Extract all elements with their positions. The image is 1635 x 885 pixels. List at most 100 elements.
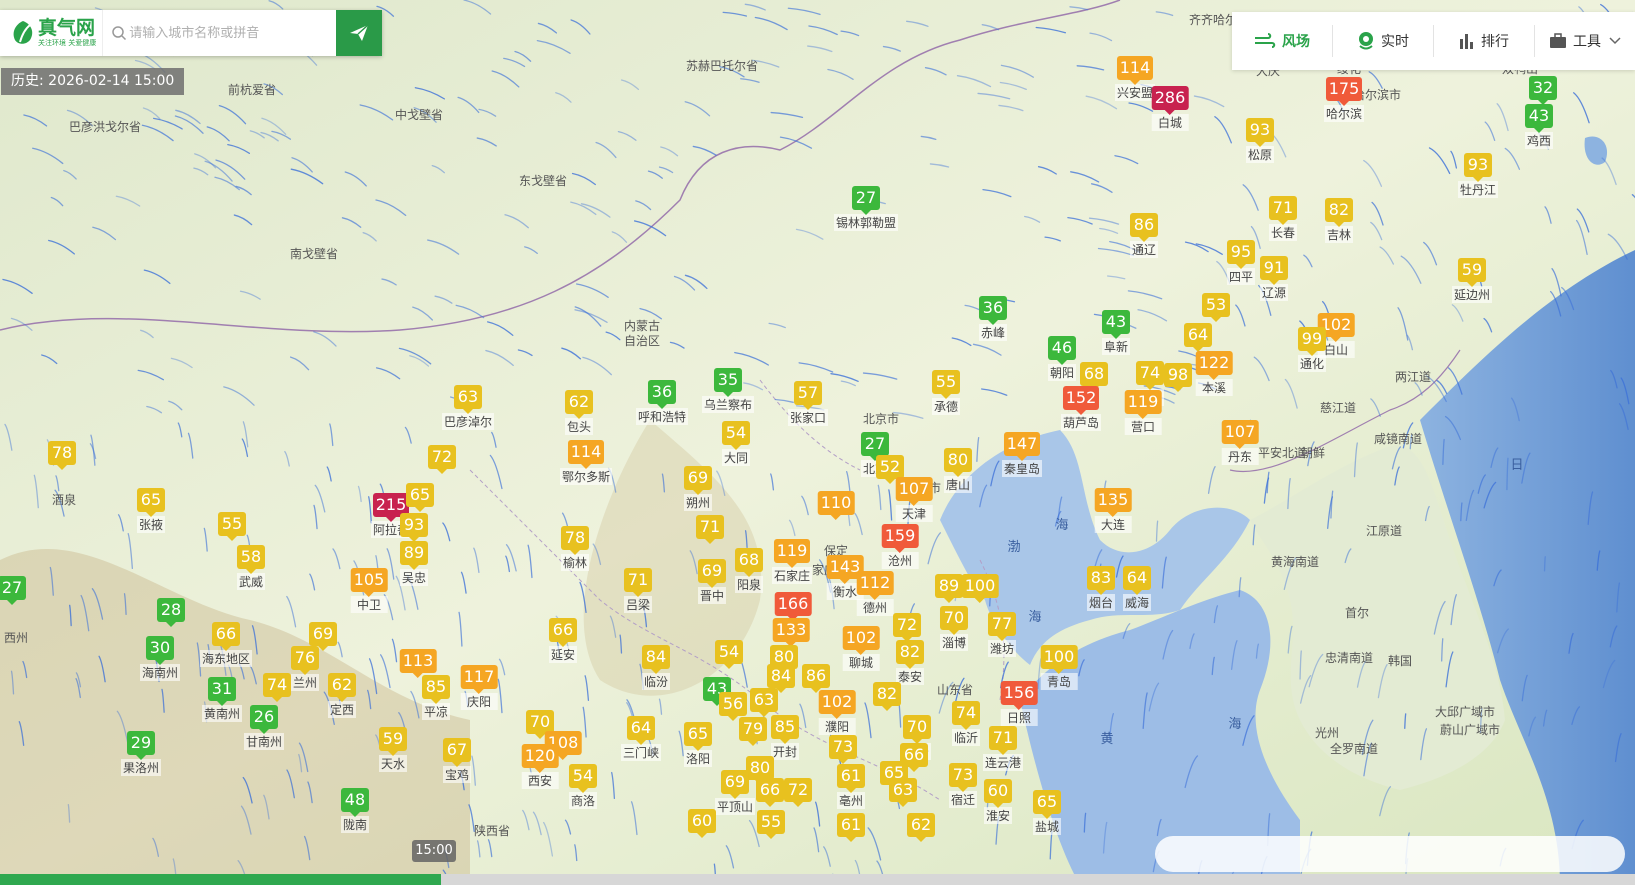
aqi-marker[interactable]: 36 赤峰	[978, 296, 1008, 341]
aqi-marker[interactable]: 91 辽源	[1259, 256, 1289, 301]
aqi-marker[interactable]: 28	[157, 598, 185, 627]
aqi-marker[interactable]: 30 海南州	[139, 636, 181, 681]
aqi-marker[interactable]: 60 淮安	[983, 779, 1013, 824]
aqi-marker[interactable]: 102 聊城	[842, 626, 880, 671]
aqi-marker[interactable]: 71 长春	[1268, 196, 1298, 241]
aqi-marker[interactable]: 69 平顶山	[714, 770, 756, 815]
aqi-marker[interactable]: 63	[750, 688, 778, 717]
aqi-marker[interactable]: 122 本溪	[1195, 351, 1233, 396]
tool-tools-dropdown[interactable]: 工具	[1535, 25, 1635, 57]
aqi-marker[interactable]: 65 洛阳	[683, 722, 713, 767]
aqi-marker[interactable]: 93 牡丹江	[1457, 153, 1499, 198]
aqi-marker[interactable]: 119 石家庄	[771, 539, 813, 584]
aqi-marker[interactable]: 100 青岛	[1040, 645, 1078, 690]
aqi-marker[interactable]: 59 延边州	[1451, 258, 1493, 303]
aqi-marker[interactable]: 43 鸡西	[1524, 104, 1554, 149]
aqi-marker[interactable]: 120 西安	[521, 744, 559, 789]
aqi-marker[interactable]: 73 宿迁	[948, 763, 978, 808]
aqi-marker[interactable]: 119 营口	[1124, 390, 1162, 435]
aqi-marker[interactable]: 66	[756, 778, 784, 807]
aqi-marker[interactable]: 63	[889, 778, 917, 807]
aqi-marker[interactable]: 43 阜新	[1101, 310, 1131, 355]
aqi-marker[interactable]: 62 定西	[327, 673, 357, 718]
aqi-marker[interactable]: 80 唐山	[943, 448, 973, 493]
aqi-marker[interactable]: 71	[696, 515, 724, 544]
aqi-marker[interactable]: 54 商洛	[568, 764, 598, 809]
aqi-marker[interactable]: 79	[739, 717, 767, 746]
aqi-marker[interactable]: 78	[48, 441, 76, 470]
aqi-marker[interactable]: 63 巴彦淖尔	[441, 385, 495, 430]
aqi-marker[interactable]: 133	[772, 618, 810, 647]
aqi-marker[interactable]: 68 阳泉	[734, 548, 764, 593]
aqi-marker[interactable]: 76 兰州	[290, 646, 320, 691]
aqi-marker[interactable]: 73	[829, 735, 857, 764]
aqi-marker[interactable]: 85 开封	[770, 715, 800, 760]
aqi-marker[interactable]: 86	[802, 664, 830, 693]
aqi-marker[interactable]: 74 临沂	[951, 701, 981, 746]
aqi-marker[interactable]: 89 吴忠	[399, 541, 429, 586]
aqi-marker[interactable]: 89	[935, 574, 963, 603]
aqi-marker[interactable]: 65 张掖	[136, 488, 166, 533]
aqi-marker[interactable]: 29 果洛州	[120, 731, 162, 776]
aqi-marker[interactable]: 175 哈尔滨	[1323, 77, 1365, 122]
aqi-marker[interactable]: 66 海东地区	[199, 622, 253, 667]
aqi-marker[interactable]: 62 包头	[564, 390, 594, 435]
aqi-marker[interactable]: 35 乌兰察布	[701, 368, 755, 413]
aqi-marker[interactable]: 98	[1164, 363, 1192, 392]
aqi-marker[interactable]: 56	[719, 692, 747, 721]
aqi-marker[interactable]: 159 沧州	[881, 524, 919, 569]
aqi-marker[interactable]: 100	[961, 574, 999, 603]
aqi-marker[interactable]: 99 通化	[1297, 327, 1327, 372]
aqi-marker[interactable]: 66 延安	[548, 618, 578, 663]
aqi-marker[interactable]: 82 泰安	[895, 640, 925, 685]
aqi-marker[interactable]: 69 朔州	[683, 466, 713, 511]
aqi-marker[interactable]: 54 大同	[721, 421, 751, 466]
aqi-marker[interactable]: 82	[873, 682, 901, 711]
aqi-marker[interactable]: 58 武威	[236, 545, 266, 590]
aqi-marker[interactable]: 102 濮阳	[818, 690, 856, 735]
aqi-marker[interactable]: 72	[893, 613, 921, 642]
aqi-marker[interactable]: 64 威海	[1122, 566, 1152, 611]
aqi-marker[interactable]: 93 松原	[1245, 118, 1275, 163]
tool-ranking[interactable]: 排行	[1434, 25, 1535, 57]
tool-realtime[interactable]: 实时	[1333, 25, 1434, 57]
aqi-marker[interactable]: 84 临汾	[641, 645, 671, 690]
timeline-slider[interactable]	[0, 874, 1635, 885]
aqi-marker[interactable]: 55	[757, 810, 785, 839]
aqi-marker[interactable]: 27	[0, 576, 26, 605]
aqi-marker[interactable]: 55	[218, 512, 246, 541]
aqi-marker[interactable]: 152 葫芦岛	[1060, 386, 1102, 431]
aqi-marker[interactable]: 71 吕梁	[623, 568, 653, 613]
aqi-marker[interactable]: 114 鄂尔多斯	[559, 440, 613, 485]
aqi-marker[interactable]: 84	[767, 664, 795, 693]
aqi-marker[interactable]: 112 德州	[856, 571, 894, 616]
aqi-marker[interactable]: 72	[428, 445, 456, 474]
aqi-marker[interactable]: 65	[406, 483, 434, 512]
aqi-marker[interactable]: 59 天水	[378, 727, 408, 772]
aqi-marker[interactable]: 31 黄南州	[201, 677, 243, 722]
logo[interactable]: 真气网 关注环境 关爱健康	[0, 10, 102, 56]
aqi-marker[interactable]: 70 淄博	[939, 606, 969, 651]
aqi-marker[interactable]: 52	[876, 455, 904, 484]
aqi-marker[interactable]: 72	[784, 778, 812, 807]
aqi-marker[interactable]: 57 张家口	[787, 381, 829, 426]
aqi-marker[interactable]: 32	[1529, 76, 1557, 105]
aqi-marker[interactable]: 156 日照	[1000, 681, 1038, 726]
aqi-marker[interactable]: 117 庆阳	[460, 665, 498, 710]
aqi-marker[interactable]: 93	[400, 513, 428, 542]
aqi-marker[interactable]: 61	[837, 813, 865, 842]
aqi-marker[interactable]: 105 中卫	[350, 568, 388, 613]
aqi-marker[interactable]: 107 丹东	[1221, 420, 1259, 465]
tool-wind-field[interactable]: 风场	[1232, 25, 1333, 57]
aqi-marker[interactable]: 74	[263, 673, 291, 702]
aqi-marker[interactable]: 61 亳州	[836, 764, 866, 809]
map-canvas[interactable]: 苏赫巴托尔省前杭爱省巴彦洪戈尔省中戈壁省东戈壁省南戈壁省内蒙古自治区齐齐哈尔大庆…	[0, 0, 1635, 885]
aqi-marker[interactable]: 78 榆林	[560, 526, 590, 571]
aqi-marker[interactable]: 64 三门峡	[620, 716, 662, 761]
aqi-marker[interactable]: 65 盐城	[1032, 790, 1062, 835]
aqi-marker[interactable]: 36 呼和浩特	[635, 380, 689, 425]
aqi-marker[interactable]: 27 锡林郭勒盟	[833, 186, 899, 231]
aqi-marker[interactable]: 85 平凉	[421, 675, 451, 720]
aqi-marker[interactable]: 86 通辽	[1129, 213, 1159, 258]
legend-panel[interactable]	[1155, 836, 1625, 872]
